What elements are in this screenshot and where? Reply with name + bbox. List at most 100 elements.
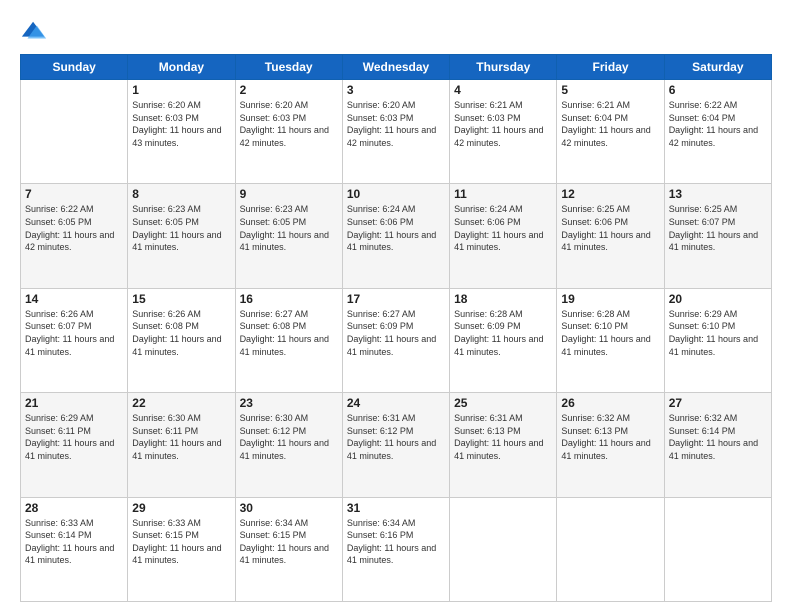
day-info: Sunrise: 6:34 AMSunset: 6:16 PMDaylight:… (347, 517, 445, 567)
calendar-cell (450, 497, 557, 601)
day-info: Sunrise: 6:23 AMSunset: 6:05 PMDaylight:… (132, 203, 230, 253)
day-info: Sunrise: 6:25 AMSunset: 6:07 PMDaylight:… (669, 203, 767, 253)
calendar-cell: 17 Sunrise: 6:27 AMSunset: 6:09 PMDayligh… (342, 288, 449, 392)
day-number: 29 (132, 501, 230, 515)
calendar-cell: 1 Sunrise: 6:20 AMSunset: 6:03 PMDaylight… (128, 80, 235, 184)
calendar: SundayMondayTuesdayWednesdayThursdayFrid… (20, 54, 772, 602)
weekday-header: Friday (557, 55, 664, 80)
calendar-cell (21, 80, 128, 184)
day-info: Sunrise: 6:23 AMSunset: 6:05 PMDaylight:… (240, 203, 338, 253)
day-number: 17 (347, 292, 445, 306)
calendar-cell: 7 Sunrise: 6:22 AMSunset: 6:05 PMDaylight… (21, 184, 128, 288)
day-info: Sunrise: 6:31 AMSunset: 6:13 PMDaylight:… (454, 412, 552, 462)
calendar-cell: 23 Sunrise: 6:30 AMSunset: 6:12 PMDayligh… (235, 393, 342, 497)
calendar-cell (557, 497, 664, 601)
logo-icon (20, 18, 48, 46)
day-number: 18 (454, 292, 552, 306)
day-number: 15 (132, 292, 230, 306)
day-number: 13 (669, 187, 767, 201)
day-number: 28 (25, 501, 123, 515)
calendar-cell: 29 Sunrise: 6:33 AMSunset: 6:15 PMDayligh… (128, 497, 235, 601)
weekday-header: Sunday (21, 55, 128, 80)
logo (20, 18, 52, 46)
day-number: 8 (132, 187, 230, 201)
day-number: 26 (561, 396, 659, 410)
calendar-cell: 27 Sunrise: 6:32 AMSunset: 6:14 PMDayligh… (664, 393, 771, 497)
day-info: Sunrise: 6:30 AMSunset: 6:12 PMDaylight:… (240, 412, 338, 462)
calendar-cell (664, 497, 771, 601)
day-info: Sunrise: 6:20 AMSunset: 6:03 PMDaylight:… (132, 99, 230, 149)
calendar-cell: 16 Sunrise: 6:27 AMSunset: 6:08 PMDayligh… (235, 288, 342, 392)
calendar-cell: 18 Sunrise: 6:28 AMSunset: 6:09 PMDayligh… (450, 288, 557, 392)
day-info: Sunrise: 6:25 AMSunset: 6:06 PMDaylight:… (561, 203, 659, 253)
weekday-header: Monday (128, 55, 235, 80)
day-info: Sunrise: 6:31 AMSunset: 6:12 PMDaylight:… (347, 412, 445, 462)
day-info: Sunrise: 6:33 AMSunset: 6:14 PMDaylight:… (25, 517, 123, 567)
day-info: Sunrise: 6:30 AMSunset: 6:11 PMDaylight:… (132, 412, 230, 462)
day-number: 22 (132, 396, 230, 410)
calendar-cell: 25 Sunrise: 6:31 AMSunset: 6:13 PMDayligh… (450, 393, 557, 497)
calendar-cell: 24Sunrise: 6:31 AMSunset: 6:12 PMDayligh… (342, 393, 449, 497)
day-info: Sunrise: 6:22 AMSunset: 6:05 PMDaylight:… (25, 203, 123, 253)
day-info: Sunrise: 6:27 AMSunset: 6:09 PMDaylight:… (347, 308, 445, 358)
day-info: Sunrise: 6:21 AMSunset: 6:04 PMDaylight:… (561, 99, 659, 149)
calendar-cell: 8 Sunrise: 6:23 AMSunset: 6:05 PMDaylight… (128, 184, 235, 288)
day-number: 3 (347, 83, 445, 97)
page: SundayMondayTuesdayWednesdayThursdayFrid… (0, 0, 792, 612)
day-info: Sunrise: 6:27 AMSunset: 6:08 PMDaylight:… (240, 308, 338, 358)
calendar-cell: 3 Sunrise: 6:20 AMSunset: 6:03 PMDaylight… (342, 80, 449, 184)
day-number: 21 (25, 396, 123, 410)
calendar-week-row: 7 Sunrise: 6:22 AMSunset: 6:05 PMDaylight… (21, 184, 772, 288)
calendar-cell: 20 Sunrise: 6:29 AMSunset: 6:10 PMDayligh… (664, 288, 771, 392)
calendar-cell: 11Sunrise: 6:24 AMSunset: 6:06 PMDayligh… (450, 184, 557, 288)
day-info: Sunrise: 6:32 AMSunset: 6:14 PMDaylight:… (669, 412, 767, 462)
day-info: Sunrise: 6:24 AMSunset: 6:06 PMDaylight:… (454, 203, 552, 253)
day-number: 2 (240, 83, 338, 97)
calendar-cell: 10 Sunrise: 6:24 AMSunset: 6:06 PMDayligh… (342, 184, 449, 288)
day-info: Sunrise: 6:33 AMSunset: 6:15 PMDaylight:… (132, 517, 230, 567)
calendar-cell: 4Sunrise: 6:21 AMSunset: 6:03 PMDaylight… (450, 80, 557, 184)
calendar-cell: 13 Sunrise: 6:25 AMSunset: 6:07 PMDayligh… (664, 184, 771, 288)
calendar-cell: 26 Sunrise: 6:32 AMSunset: 6:13 PMDayligh… (557, 393, 664, 497)
weekday-header: Saturday (664, 55, 771, 80)
day-info: Sunrise: 6:26 AMSunset: 6:08 PMDaylight:… (132, 308, 230, 358)
day-number: 27 (669, 396, 767, 410)
day-info: Sunrise: 6:28 AMSunset: 6:09 PMDaylight:… (454, 308, 552, 358)
day-number: 30 (240, 501, 338, 515)
day-number: 25 (454, 396, 552, 410)
day-number: 23 (240, 396, 338, 410)
calendar-cell: 6Sunrise: 6:22 AMSunset: 6:04 PMDaylight… (664, 80, 771, 184)
calendar-cell: 30Sunrise: 6:34 AMSunset: 6:15 PMDayligh… (235, 497, 342, 601)
calendar-week-row: 14Sunrise: 6:26 AMSunset: 6:07 PMDayligh… (21, 288, 772, 392)
day-number: 16 (240, 292, 338, 306)
day-info: Sunrise: 6:20 AMSunset: 6:03 PMDaylight:… (240, 99, 338, 149)
calendar-week-row: 28 Sunrise: 6:33 AMSunset: 6:14 PMDayligh… (21, 497, 772, 601)
day-info: Sunrise: 6:21 AMSunset: 6:03 PMDaylight:… (454, 99, 552, 149)
calendar-cell: 15 Sunrise: 6:26 AMSunset: 6:08 PMDayligh… (128, 288, 235, 392)
day-info: Sunrise: 6:26 AMSunset: 6:07 PMDaylight:… (25, 308, 123, 358)
calendar-week-row: 1 Sunrise: 6:20 AMSunset: 6:03 PMDaylight… (21, 80, 772, 184)
day-number: 20 (669, 292, 767, 306)
day-info: Sunrise: 6:29 AMSunset: 6:10 PMDaylight:… (669, 308, 767, 358)
day-info: Sunrise: 6:28 AMSunset: 6:10 PMDaylight:… (561, 308, 659, 358)
weekday-header: Wednesday (342, 55, 449, 80)
day-number: 1 (132, 83, 230, 97)
calendar-cell: 22 Sunrise: 6:30 AMSunset: 6:11 PMDayligh… (128, 393, 235, 497)
calendar-cell: 5 Sunrise: 6:21 AMSunset: 6:04 PMDaylight… (557, 80, 664, 184)
header (20, 18, 772, 46)
weekday-header: Thursday (450, 55, 557, 80)
day-number: 10 (347, 187, 445, 201)
day-number: 12 (561, 187, 659, 201)
day-info: Sunrise: 6:24 AMSunset: 6:06 PMDaylight:… (347, 203, 445, 253)
day-number: 31 (347, 501, 445, 515)
calendar-cell: 14Sunrise: 6:26 AMSunset: 6:07 PMDayligh… (21, 288, 128, 392)
day-number: 7 (25, 187, 123, 201)
calendar-cell: 2 Sunrise: 6:20 AMSunset: 6:03 PMDaylight… (235, 80, 342, 184)
day-number: 5 (561, 83, 659, 97)
day-info: Sunrise: 6:32 AMSunset: 6:13 PMDaylight:… (561, 412, 659, 462)
calendar-week-row: 21Sunrise: 6:29 AMSunset: 6:11 PMDayligh… (21, 393, 772, 497)
calendar-cell: 21Sunrise: 6:29 AMSunset: 6:11 PMDayligh… (21, 393, 128, 497)
day-info: Sunrise: 6:20 AMSunset: 6:03 PMDaylight:… (347, 99, 445, 149)
calendar-cell: 9Sunrise: 6:23 AMSunset: 6:05 PMDaylight… (235, 184, 342, 288)
day-info: Sunrise: 6:22 AMSunset: 6:04 PMDaylight:… (669, 99, 767, 149)
